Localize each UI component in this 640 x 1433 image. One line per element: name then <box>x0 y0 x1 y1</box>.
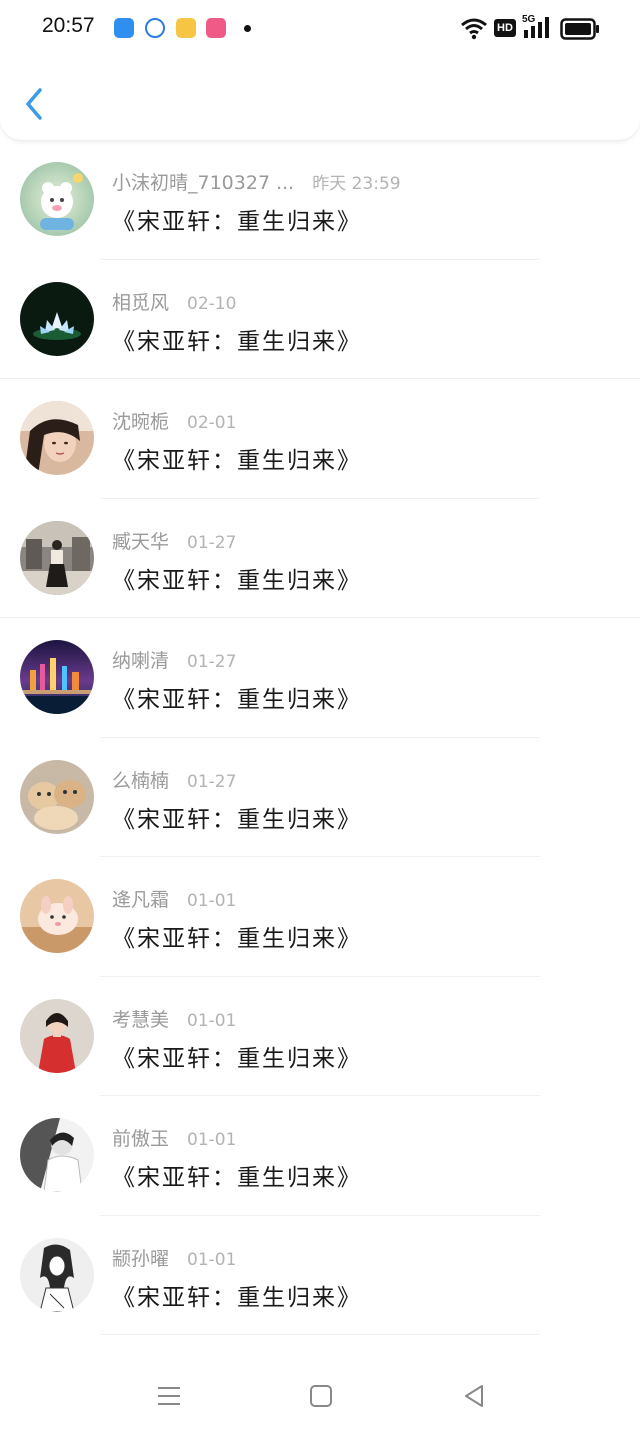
message-time: 01-01 <box>187 1010 237 1031</box>
list-item[interactable]: 考慧美 01-01 《宋亚轩：重生归来》 <box>0 977 640 1096</box>
sender-name: 前傲玉 <box>112 1128 170 1150</box>
avatar[interactable] <box>20 401 94 475</box>
message-time: 01-01 <box>187 1249 237 1270</box>
message-meta: 前傲玉 01-01 <box>112 1124 236 1151</box>
sender-name: 臧天华 <box>112 530 170 553</box>
sender-name: 逄凡霜 <box>112 889 170 911</box>
sender-name: 颛孙曜 <box>112 1247 170 1270</box>
list-item[interactable]: 相觅风 02-10 《宋亚轩：重生归来》 <box>0 260 640 379</box>
avatar[interactable] <box>20 281 94 356</box>
message-time: 01-27 <box>187 771 237 792</box>
battery-icon <box>560 18 599 40</box>
notes-app-icon <box>176 18 196 38</box>
back-button[interactable] <box>18 84 52 124</box>
back-triangle-icon <box>465 1385 483 1407</box>
book-title: 《宋亚轩：重生归来》 <box>112 687 362 713</box>
avatar[interactable] <box>20 1118 94 1192</box>
message-meta: 臧天华 01-27 <box>112 527 236 554</box>
message-meta: 沈晼栀 02-01 <box>112 407 236 434</box>
message-time: 01-27 <box>187 652 237 672</box>
system-back-button[interactable] <box>456 1378 492 1414</box>
hd-label: HD <box>497 22 513 34</box>
message-time: 01-01 <box>187 891 237 911</box>
list-item[interactable]: 臧天华 01-27 《宋亚轩：重生归来》 <box>0 499 640 618</box>
sender-name: 纳喇清 <box>112 650 170 672</box>
book-title: 《宋亚轩：重生归来》 <box>112 1165 362 1191</box>
notification-dot <box>244 25 251 32</box>
menu-icon <box>158 1387 180 1405</box>
sender-name: 沈晼栀 <box>112 411 170 433</box>
status-bar: 20:57 HD 5G <box>0 0 640 56</box>
hd-badge: HD <box>494 19 516 37</box>
message-time: 01-27 <box>187 532 237 553</box>
message-time: 02-10 <box>187 293 237 314</box>
avatar[interactable] <box>20 759 94 834</box>
book-title: 《宋亚轩：重生归来》 <box>112 209 362 235</box>
avatar[interactable] <box>20 162 94 236</box>
sender-name: 考慧美 <box>112 1008 170 1031</box>
home-icon <box>310 1385 332 1407</box>
list-item[interactable]: 逄凡霜 01-01 《宋亚轩：重生归来》 <box>0 857 640 977</box>
avatar[interactable] <box>20 640 94 714</box>
sender-name: 小沫初晴_710327 ... <box>112 172 295 194</box>
system-nav-bar <box>0 1360 640 1433</box>
status-time: 20:57 <box>42 14 95 37</box>
list-item[interactable]: 纳喇清 01-27 《宋亚轩：重生归来》 <box>0 618 640 738</box>
message-time: 01-01 <box>187 1130 237 1150</box>
message-meta: 逄凡霜 01-01 <box>112 885 236 912</box>
message-time: 02-01 <box>187 413 237 433</box>
bilibili-icon <box>206 18 226 38</box>
wifi-icon <box>461 18 487 40</box>
book-title: 《宋亚轩：重生归来》 <box>112 926 362 952</box>
book-title: 《宋亚轩：重生归来》 <box>112 1284 362 1311</box>
list-item[interactable]: 小沫初晴_710327 ... 昨天 23:59 《宋亚轩：重生归来》 <box>0 140 640 260</box>
avatar[interactable] <box>20 879 94 953</box>
message-meta: 考慧美 01-01 <box>112 1005 236 1032</box>
sender-name: 相觅风 <box>112 291 170 314</box>
message-meta: 相觅风 02-10 <box>112 288 236 315</box>
sender-name: 么楠楠 <box>112 769 170 792</box>
blue-app-icon <box>114 18 134 38</box>
list-item[interactable]: 沈晼栀 02-01 《宋亚轩：重生归来》 <box>0 379 640 499</box>
list-item[interactable]: 么楠楠 01-27 《宋亚轩：重生归来》 <box>0 738 640 857</box>
browser-icon <box>145 18 165 38</box>
top-header <box>0 56 640 141</box>
book-title: 《宋亚轩：重生归来》 <box>112 448 362 474</box>
home-button[interactable] <box>303 1378 339 1414</box>
book-title: 《宋亚轩：重生归来》 <box>112 328 362 355</box>
book-title: 《宋亚轩：重生归来》 <box>112 567 362 594</box>
list-item[interactable]: 前傲玉 01-01 《宋亚轩：重生归来》 <box>0 1096 640 1216</box>
message-time: 昨天 23:59 <box>312 174 401 194</box>
list-item[interactable]: 颛孙曜 01-01 《宋亚轩：重生归来》 <box>0 1216 640 1335</box>
book-title: 《宋亚轩：重生归来》 <box>112 1045 362 1072</box>
avatar[interactable] <box>20 520 94 595</box>
message-meta: 么楠楠 01-27 <box>112 766 236 793</box>
chevron-left-icon <box>26 88 42 120</box>
message-meta: 纳喇清 01-27 <box>112 646 236 673</box>
divider <box>100 1334 540 1335</box>
book-title: 《宋亚轩：重生归来》 <box>112 806 362 833</box>
avatar[interactable] <box>20 998 94 1073</box>
message-meta: 小沫初晴_710327 ... 昨天 23:59 <box>112 168 401 195</box>
avatar[interactable] <box>20 1237 94 1312</box>
menu-button[interactable] <box>151 1378 187 1414</box>
message-list: 小沫初晴_710327 ... 昨天 23:59 《宋亚轩：重生归来》 相觅风 02… <box>0 140 640 1335</box>
signal-icon: 5G <box>522 14 552 40</box>
message-meta: 颛孙曜 01-01 <box>112 1244 236 1271</box>
